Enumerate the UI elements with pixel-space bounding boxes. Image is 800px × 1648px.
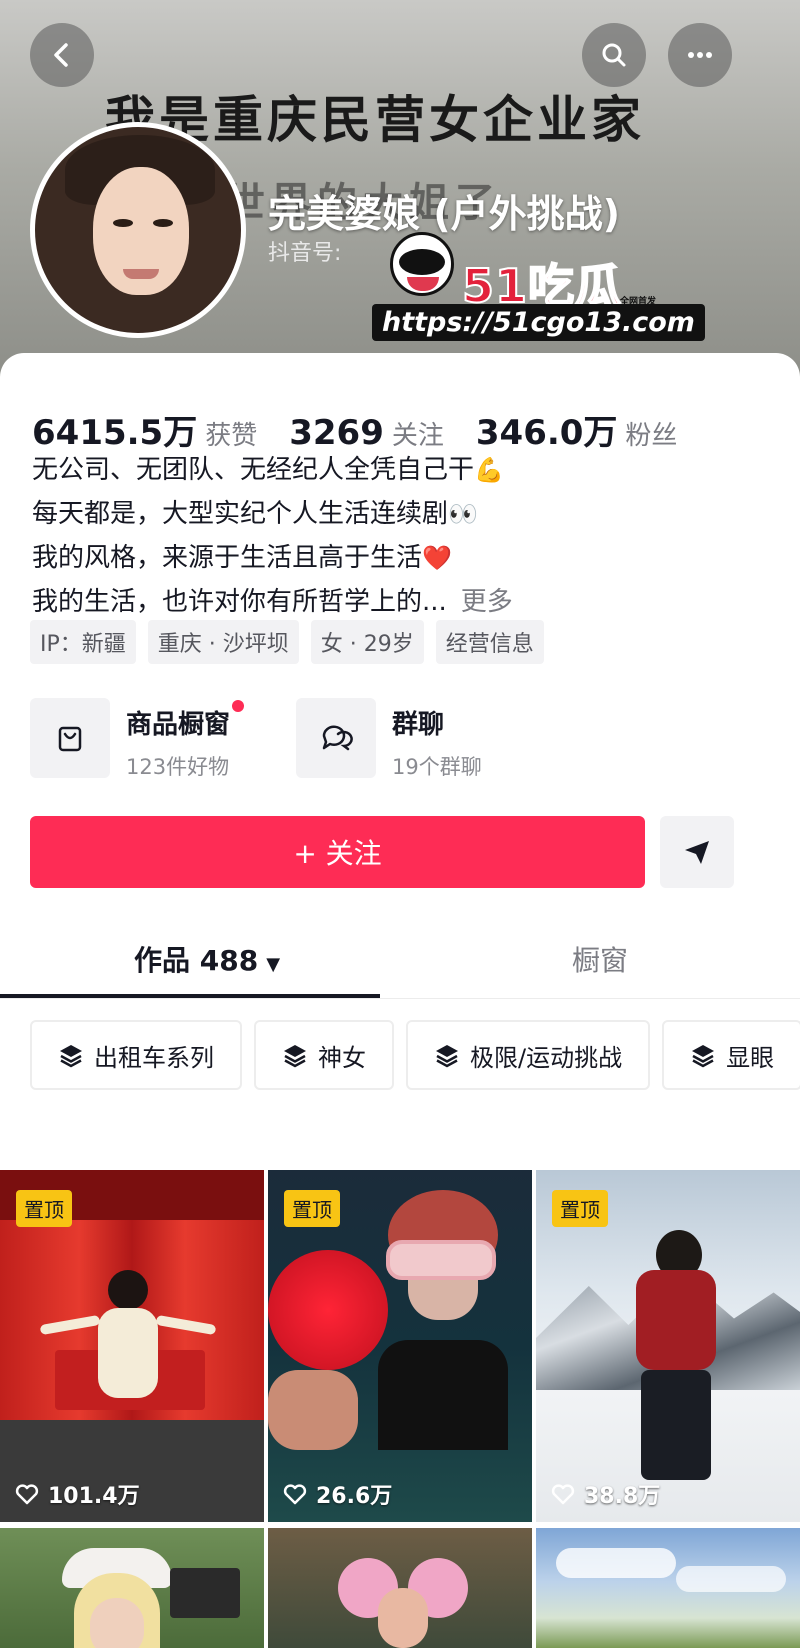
tab-divider	[0, 998, 800, 999]
pinned-badge: 置顶	[16, 1190, 72, 1227]
send-arrow-icon	[685, 841, 709, 864]
video-likes-count: 101.4万	[48, 1484, 140, 1509]
shop-window-count: 123件好物	[126, 755, 230, 779]
video-likes: 26.6万	[282, 1478, 392, 1510]
tag-business-info[interactable]: 经营信息	[435, 620, 544, 664]
video-thumbnail[interactable]: 置顶 26.6万	[268, 1170, 532, 1522]
douyin-id-label: 抖音号:	[268, 241, 342, 266]
group-chat-entry[interactable]: 群聊 19个群聊	[296, 698, 562, 781]
chip-eye-catching[interactable]: 显眼	[662, 1020, 800, 1090]
caret-down-icon: ▼	[266, 954, 281, 975]
chat-bubbles-icon	[296, 698, 376, 778]
eyes-emoji-icon: 👀	[448, 500, 478, 528]
tag-gender-age: 女 · 29岁	[310, 620, 424, 664]
profile-header: 我是重庆民营女企业家 世界的大姐了 完美婆娘 (户外挑战) 抖音号: 51吃瓜 …	[0, 0, 800, 380]
chip-label: 极限/运动挑战	[470, 1043, 623, 1072]
following-label: 关注	[391, 421, 444, 451]
profile-tags: IP：新疆 重庆 · 沙坪坝 女 · 29岁 经营信息	[30, 620, 544, 664]
followers-label: 粉丝	[625, 421, 678, 451]
stats-row: 6415.5万 获赞 3269 关注 346.0万 粉丝	[32, 405, 709, 454]
followers-count[interactable]: 346.0万	[476, 405, 618, 454]
share-button[interactable]	[660, 816, 734, 888]
layers-icon	[436, 1045, 458, 1068]
search-icon	[602, 43, 626, 67]
bio-line-3: 我的风格，来源于生活且高于生活	[32, 543, 423, 573]
bio-line-4: 我的生活，也许对你有所哲学上的...	[32, 587, 447, 617]
bio[interactable]: 无公司、无团队、无经纪人全凭自己干💪 每天都是，大型实纪个人生活连续剧👀 我的风…	[32, 448, 772, 624]
group-chat-count: 19个群聊	[392, 755, 482, 779]
content-tabs: 作品 488 ▼ 橱窗	[0, 931, 800, 1003]
chip-label: 出租车系列	[94, 1043, 214, 1072]
back-button[interactable]	[30, 23, 94, 87]
heart-outline-icon	[15, 1484, 39, 1505]
more-dots-icon	[688, 52, 712, 58]
collection-chips: 出租车系列 神女 极限/运动挑战 显眼	[30, 1020, 800, 1090]
avatar[interactable]	[30, 122, 246, 338]
watermark-url: https://51cgo13.com	[372, 304, 705, 341]
notification-dot	[232, 700, 245, 712]
shopping-bag-icon	[30, 698, 110, 778]
tab-works[interactable]: 作品 488 ▼	[134, 939, 280, 979]
watermark-mascot-icon	[390, 232, 454, 296]
pinned-badge: 置顶	[552, 1190, 608, 1227]
tab-works-label: 作品 488	[134, 944, 259, 977]
layers-icon	[692, 1045, 715, 1068]
heart-emoji-icon: ❤️	[422, 544, 452, 572]
layers-icon	[60, 1045, 82, 1068]
chevron-left-icon	[54, 43, 68, 67]
group-chat-title: 群聊	[392, 710, 445, 740]
tab-shop-window[interactable]: 橱窗	[572, 939, 628, 979]
bio-line-1: 无公司、无团队、无经纪人全凭自己干	[32, 455, 475, 485]
watermark: 51吃瓜 全网首发 https://51cgo13.com	[372, 228, 705, 341]
video-likes: 38.8万	[550, 1478, 660, 1510]
heart-outline-icon	[551, 1484, 575, 1505]
more-button[interactable]	[668, 23, 732, 87]
likes-label: 获赞	[205, 421, 258, 451]
bio-more-link[interactable]: 更多	[461, 587, 513, 617]
likes-count[interactable]: 6415.5万	[32, 405, 197, 454]
shop-window-title: 商品橱窗	[126, 710, 231, 740]
heart-outline-icon	[283, 1484, 307, 1505]
video-likes-count: 26.6万	[316, 1484, 393, 1509]
following-count[interactable]: 3269	[289, 413, 384, 453]
video-thumbnail[interactable]	[536, 1528, 800, 1648]
muscle-emoji-icon: 💪	[474, 456, 504, 484]
chip-goddess[interactable]: 神女	[254, 1020, 394, 1090]
shop-window-entry[interactable]: 商品橱窗 123件好物	[30, 698, 296, 781]
video-likes: 101.4万	[14, 1478, 140, 1510]
feature-row: 商品橱窗 123件好物 群聊 19个群聊	[30, 698, 562, 781]
chip-label: 显眼	[726, 1043, 775, 1072]
follow-button[interactable]: + 关注	[30, 816, 645, 888]
search-button[interactable]	[582, 23, 646, 87]
video-thumbnail[interactable]	[268, 1528, 532, 1648]
video-thumbnail[interactable]	[0, 1528, 264, 1648]
pinned-badge: 置顶	[284, 1190, 340, 1227]
layers-icon	[284, 1045, 306, 1068]
chip-extreme-sports[interactable]: 极限/运动挑战	[406, 1020, 651, 1090]
bio-line-2: 每天都是，大型实纪个人生活连续剧	[32, 499, 449, 529]
chip-label: 神女	[318, 1043, 366, 1072]
chip-taxi-series[interactable]: 出租车系列	[30, 1020, 242, 1090]
video-thumbnail[interactable]: 置顶 101.4万	[0, 1170, 264, 1522]
tag-location: 重庆 · 沙坪坝	[147, 620, 299, 664]
tag-ip: IP：新疆	[30, 620, 136, 664]
video-thumbnail[interactable]: 置顶 38.8万	[536, 1170, 800, 1522]
video-likes-count: 38.8万	[584, 1484, 661, 1509]
